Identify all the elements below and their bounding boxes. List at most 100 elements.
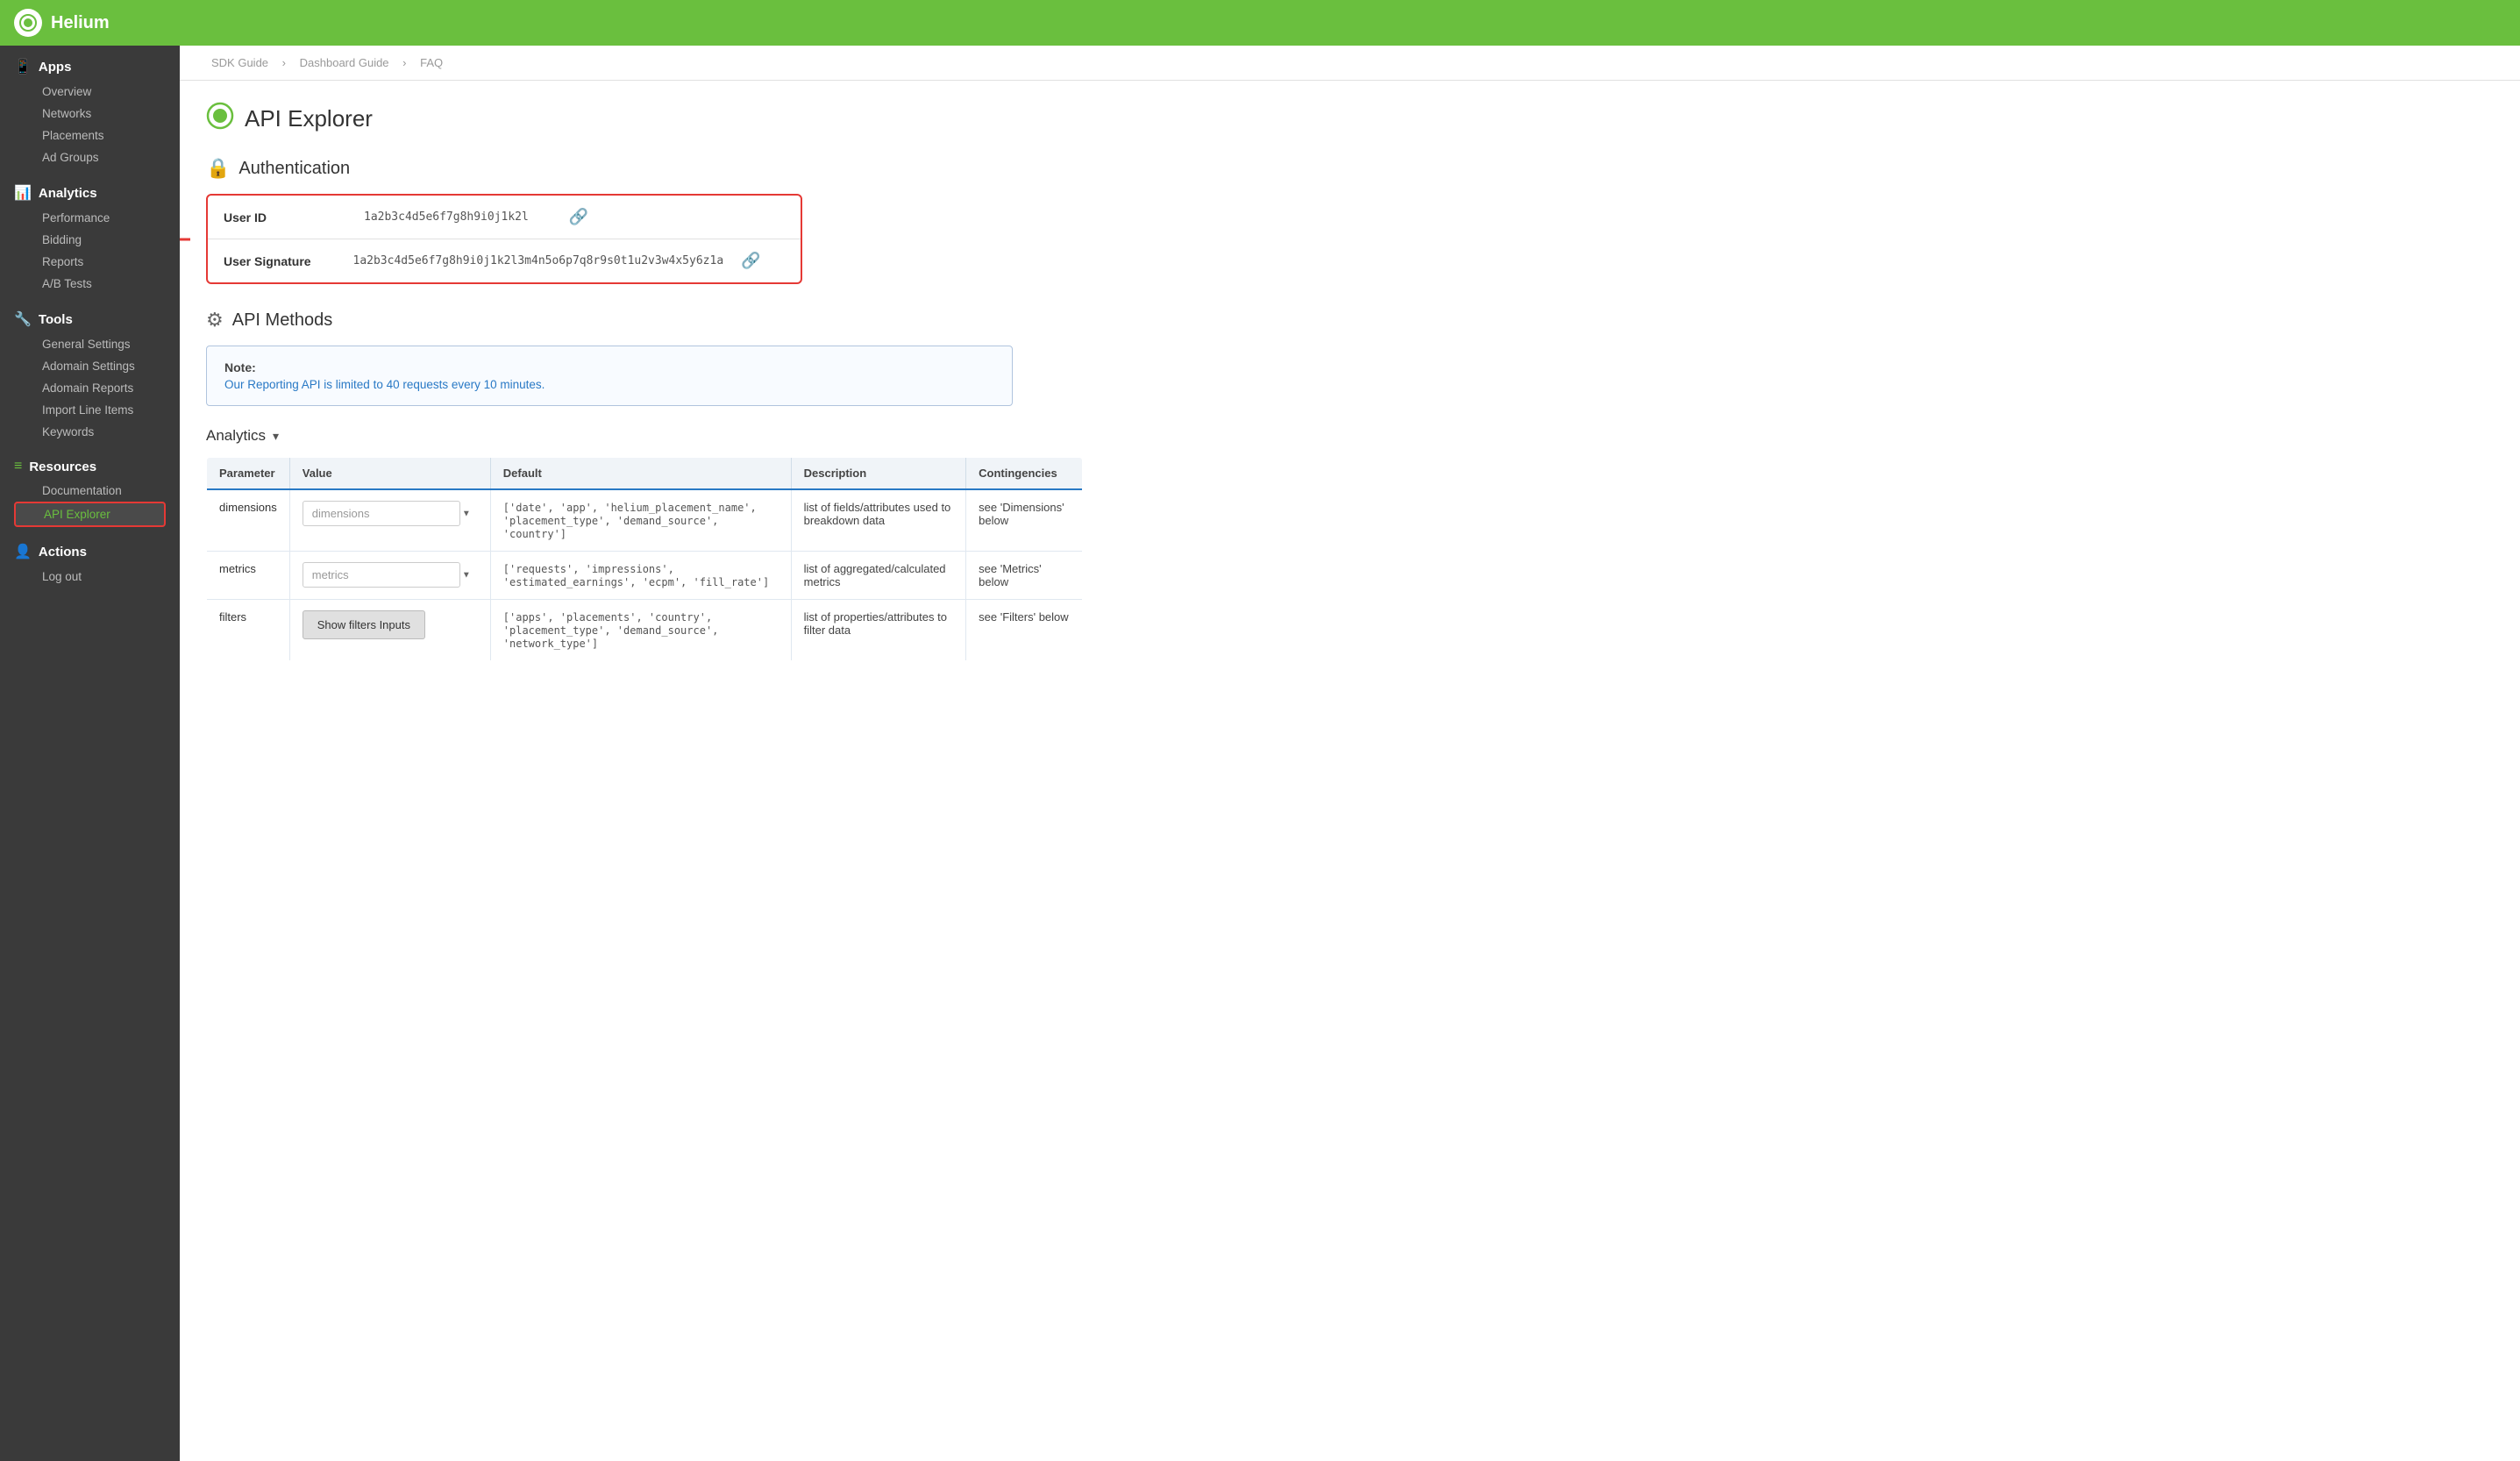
contingencies-metrics: see 'Metrics' below	[966, 552, 1083, 600]
contingencies-filters: see 'Filters' below	[966, 600, 1083, 661]
topbar: Helium	[0, 0, 2520, 46]
lock-icon: 🔒	[206, 157, 230, 180]
auth-section-header: 🔒 Authentication	[206, 157, 2494, 180]
sidebar-item-general-settings[interactable]: General Settings	[14, 333, 166, 355]
api-explorer-icon	[206, 102, 234, 136]
default-dimensions: ['date', 'app', 'helium_placement_name',…	[490, 489, 791, 552]
user-signature-link-icon[interactable]: 🔗	[723, 252, 760, 270]
desc-dimensions: list of fields/attributes used to breakd…	[791, 489, 966, 552]
user-signature-label: User Signature	[224, 254, 353, 268]
sidebar-item-adomain-settings[interactable]: Adomain Settings	[14, 355, 166, 377]
param-metrics: metrics	[207, 552, 290, 600]
logo-icon	[14, 9, 42, 37]
sidebar-item-performance[interactable]: Performance	[14, 207, 166, 229]
sidebar-section-tools-title[interactable]: 🔧 Tools	[14, 310, 166, 328]
table-row: metrics metrics ['requests', 'impression…	[207, 552, 1083, 600]
sidebar-section-actions-title[interactable]: 👤 Actions	[14, 543, 166, 560]
user-id-label: User ID	[224, 210, 364, 224]
note-text: Our Reporting API is limited to 40 reque…	[224, 378, 994, 391]
analytics-icon: 📊	[14, 184, 32, 202]
chevron-down-icon: ▾	[273, 429, 279, 444]
api-methods-section-header: ⚙ API Methods	[206, 309, 2494, 331]
red-arrow-annotation	[180, 222, 199, 257]
app-name: Helium	[51, 13, 110, 33]
main-content: API Explorer 🔒 Authentication	[180, 81, 2520, 1461]
show-filters-button[interactable]: Show filters Inputs	[303, 610, 425, 639]
sidebar-item-adomain-reports[interactable]: Adomain Reports	[14, 377, 166, 399]
table-header-row: Parameter Value Default Description Cont…	[207, 458, 1083, 490]
table-row: filters Show filters Inputs ['apps', 'pl…	[207, 600, 1083, 661]
auth-section-title: Authentication	[238, 159, 350, 179]
value-metrics[interactable]: metrics	[289, 552, 490, 600]
breadcrumb-sep-2: ›	[402, 56, 406, 69]
sidebar-item-ad-groups[interactable]: Ad Groups	[14, 146, 166, 168]
sidebar-item-bidding[interactable]: Bidding	[14, 229, 166, 251]
sidebar-item-api-explorer-wrapper: API Explorer	[14, 502, 166, 527]
value-dimensions[interactable]: dimensions	[289, 489, 490, 552]
user-id-value: 1a2b3c4d5e6f7g8h9i0j1k2l	[364, 210, 552, 224]
sidebar-item-overview[interactable]: Overview	[14, 81, 166, 103]
auth-user-id-row: User ID 1a2b3c4d5e6f7g8h9i0j1k2l 🔗 🔗	[208, 196, 801, 239]
contingencies-dimensions: see 'Dimensions' below	[966, 489, 1083, 552]
sidebar-item-api-explorer[interactable]: API Explorer	[14, 502, 166, 527]
page-title: API Explorer	[245, 105, 373, 132]
sidebar-item-reports[interactable]: Reports	[14, 251, 166, 273]
col-contingencies: Contingencies	[966, 458, 1083, 490]
sidebar-item-documentation[interactable]: Documentation	[14, 480, 166, 502]
auth-box: User ID 1a2b3c4d5e6f7g8h9i0j1k2l 🔗 🔗 Use…	[206, 194, 802, 284]
layout: 📱 Apps Overview Networks Placements Ad G…	[0, 46, 2520, 1461]
default-metrics: ['requests', 'impressions', 'estimated_e…	[490, 552, 791, 600]
sidebar-section-analytics: 📊 Analytics Performance Bidding Reports …	[0, 172, 180, 298]
user-id-link-icon[interactable]: 🔗	[552, 208, 588, 226]
sidebar-item-placements[interactable]: Placements	[14, 125, 166, 146]
sidebar-section-analytics-title[interactable]: 📊 Analytics	[14, 184, 166, 202]
dimensions-select-wrapper[interactable]: dimensions	[303, 501, 478, 526]
sidebar-section-resources-title[interactable]: ≡ Resources	[14, 459, 166, 474]
col-description: Description	[791, 458, 966, 490]
desc-metrics: list of aggregated/calculated metrics	[791, 552, 966, 600]
sidebar-section-tools: 🔧 Tools General Settings Adomain Setting…	[0, 298, 180, 446]
dimensions-select[interactable]: dimensions	[303, 501, 460, 526]
breadcrumb-faq[interactable]: FAQ	[420, 56, 443, 69]
auth-user-signature-row: User Signature 1a2b3c4d5e6f7g8h9i0j1k2l3…	[208, 239, 801, 282]
note-title: Note:	[224, 360, 994, 374]
col-default: Default	[490, 458, 791, 490]
breadcrumb: SDK Guide › Dashboard Guide › FAQ	[180, 46, 2520, 81]
sidebar-item-ab-tests[interactable]: A/B Tests	[14, 273, 166, 295]
sidebar-item-networks[interactable]: Networks	[14, 103, 166, 125]
metrics-select-wrapper[interactable]: metrics	[303, 562, 478, 588]
app-logo[interactable]: Helium	[14, 9, 110, 37]
desc-filters: list of properties/attributes to filter …	[791, 600, 966, 661]
breadcrumb-sdk-guide[interactable]: SDK Guide	[211, 56, 268, 69]
param-dimensions: dimensions	[207, 489, 290, 552]
col-parameter: Parameter	[207, 458, 290, 490]
sidebar-section-apps-title[interactable]: 📱 Apps	[14, 58, 166, 75]
analytics-section-toggle[interactable]: Analytics ▾	[206, 427, 2494, 445]
actions-icon: 👤	[14, 543, 32, 560]
note-box: Note: Our Reporting API is limited to 40…	[206, 346, 1013, 406]
analytics-label: Analytics	[206, 427, 266, 445]
sidebar-section-actions: 👤 Actions Log out	[0, 531, 180, 591]
breadcrumb-sep-1: ›	[282, 56, 286, 69]
metrics-select[interactable]: metrics	[303, 562, 460, 588]
user-signature-value: 1a2b3c4d5e6f7g8h9i0j1k2l3m4n5o6p7q8r9s0t…	[353, 254, 724, 267]
page-title-container: API Explorer	[206, 102, 2494, 136]
sidebar-section-resources: ≡ Resources Documentation API Explorer	[0, 446, 180, 531]
sidebar-item-log-out[interactable]: Log out	[14, 566, 166, 588]
resources-icon: ≡	[14, 459, 22, 474]
sidebar-section-apps: 📱 Apps Overview Networks Placements Ad G…	[0, 46, 180, 172]
sidebar: 📱 Apps Overview Networks Placements Ad G…	[0, 46, 180, 1461]
gear-icon: ⚙	[206, 309, 224, 331]
tools-icon: 🔧	[14, 310, 32, 328]
api-table: Parameter Value Default Description Cont…	[206, 457, 1083, 661]
col-value: Value	[289, 458, 490, 490]
param-filters: filters	[207, 600, 290, 661]
api-methods-section-title: API Methods	[232, 310, 333, 331]
sidebar-item-import-line-items[interactable]: Import Line Items	[14, 399, 166, 421]
table-row: dimensions dimensions ['date', 'app', 'h…	[207, 489, 1083, 552]
sidebar-item-keywords[interactable]: Keywords	[14, 421, 166, 443]
breadcrumb-dashboard-guide[interactable]: Dashboard Guide	[300, 56, 389, 69]
phone-icon: 📱	[14, 58, 32, 75]
default-filters: ['apps', 'placements', 'country', 'place…	[490, 600, 791, 661]
value-filters[interactable]: Show filters Inputs	[289, 600, 490, 661]
